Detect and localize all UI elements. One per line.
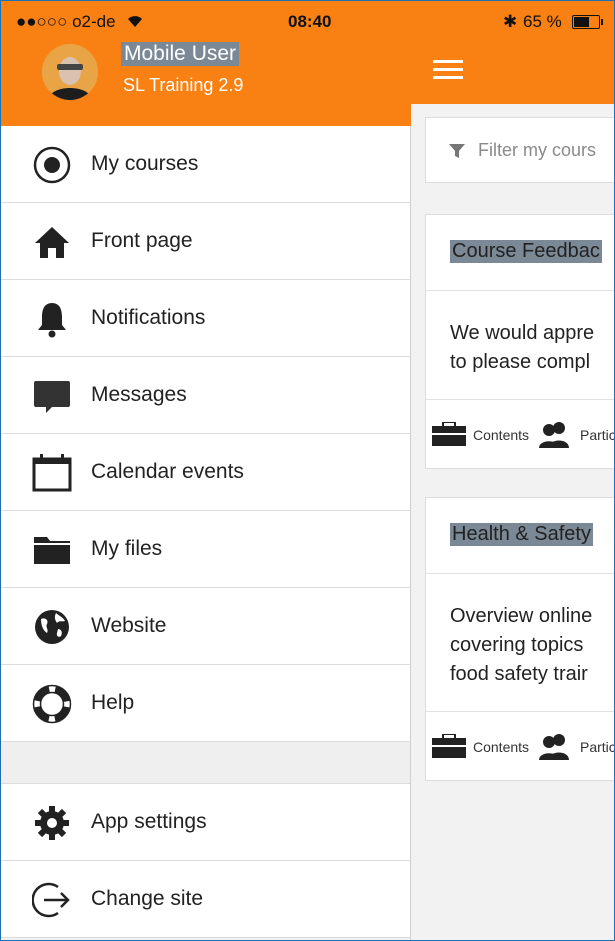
site-name: SL Training 2.9	[123, 75, 244, 95]
filter-icon	[449, 144, 465, 158]
participants-icon[interactable]	[539, 732, 571, 760]
menu-item-front-page[interactable]: Front page	[0, 203, 410, 280]
menu-item-label: My courses	[91, 152, 199, 175]
course-card-footer: Contents Partic	[426, 399, 615, 470]
menu-item-label: Calendar events	[91, 460, 244, 483]
menu-item-messages[interactable]: Messages	[0, 357, 410, 434]
menu-item-label: Notifications	[91, 306, 206, 329]
course-summary-line: covering topics	[450, 634, 584, 656]
battery-icon	[572, 15, 603, 29]
menu-item-label: Help	[91, 691, 135, 714]
menu-item-label: Messages	[91, 383, 187, 406]
briefcase-icon[interactable]	[432, 734, 466, 758]
bell-icon	[38, 303, 66, 338]
globe-icon	[35, 610, 69, 644]
menu-item-calendar-events[interactable]: Calendar events	[0, 434, 410, 511]
user-header: ●●○○○ o2-de 08:40 Mobile User SL Trainin…	[0, 0, 411, 126]
course-summary-line: Overview online	[450, 605, 593, 627]
menu-separator	[0, 742, 410, 784]
course-card[interactable]: Course Feedbac We would appre to please …	[425, 214, 615, 469]
gear-icon	[35, 806, 69, 840]
wifi-icon	[128, 16, 142, 27]
menu-item-label: My files	[91, 537, 163, 560]
chat-bubble-icon	[34, 381, 70, 413]
menu-item-label: Change site	[91, 887, 204, 910]
menu-item-label: Front page	[91, 229, 193, 252]
filter-placeholder: Filter my cours	[478, 140, 597, 160]
battery-percent: 65 %	[523, 12, 562, 31]
bluetooth-icon: ✱	[503, 12, 518, 31]
menu-item-notifications[interactable]: Notifications	[0, 280, 410, 357]
menu-item-change-site[interactable]: Change site	[0, 861, 410, 938]
menu-item-website[interactable]: Website	[0, 588, 410, 665]
menu-item-my-courses[interactable]: My courses	[0, 126, 410, 203]
side-menu: ●●○○○ o2-de 08:40 Mobile User SL Trainin…	[0, 0, 411, 941]
record-icon	[33, 146, 71, 184]
menu-item-label: Website	[91, 614, 167, 637]
calendar-icon	[32, 454, 72, 492]
participants-label[interactable]: Partic	[580, 739, 615, 755]
contents-label[interactable]: Contents	[473, 739, 529, 755]
main-header: ✱ 65 %	[411, 0, 615, 104]
home-icon	[35, 227, 69, 258]
course-title[interactable]: Health & Safety	[450, 523, 593, 546]
briefcase-icon[interactable]	[432, 422, 466, 446]
folder-icon	[34, 537, 70, 564]
menu-item-help[interactable]: Help	[0, 665, 410, 742]
clock: 08:40	[288, 12, 332, 31]
contents-label[interactable]: Contents	[473, 427, 529, 443]
course-title[interactable]: Course Feedbac	[450, 240, 602, 263]
menu-item-app-settings[interactable]: App settings	[0, 784, 410, 861]
participants-label[interactable]: Partic	[580, 427, 615, 443]
course-card-footer: Contents Partic	[426, 711, 615, 782]
course-summary-line: to please compl	[450, 351, 591, 373]
course-filter-input[interactable]: Filter my cours	[425, 117, 615, 183]
user-name: Mobile User	[121, 42, 240, 66]
sign-out-icon	[32, 882, 70, 918]
lifebuoy-icon	[32, 684, 72, 724]
avatar[interactable]	[42, 44, 98, 100]
menu-item-label: App settings	[91, 810, 207, 833]
course-card[interactable]: Health & Safety Overview online covering…	[425, 497, 615, 781]
menu-item-my-files[interactable]: My files	[0, 511, 410, 588]
carrier-signal: ●●○○○ o2-de	[16, 12, 116, 31]
main-panel: ✱ 65 % Filter my cours Course Feedbac We…	[411, 0, 615, 941]
user-photo	[42, 44, 98, 100]
menu-toggle-icon[interactable]	[433, 60, 463, 80]
course-summary-line: We would appre	[450, 322, 595, 344]
participants-icon[interactable]	[539, 420, 571, 448]
status-bar-right: ✱ 65 %	[411, 12, 615, 34]
course-summary-line: food safety trair	[450, 663, 588, 685]
